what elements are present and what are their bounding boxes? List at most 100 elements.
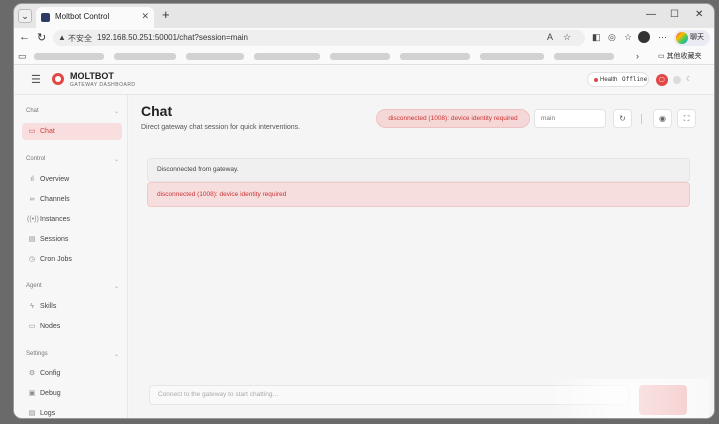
- sidebar-group-settings[interactable]: Settings: [26, 351, 48, 357]
- thinking-toggle-button[interactable]: ◉: [653, 109, 672, 128]
- page-subtitle: Direct gateway chat session for quick in…: [141, 124, 301, 131]
- health-label: Health: [600, 77, 618, 83]
- sidebar-item-label: Config: [40, 370, 61, 377]
- theme-dark-icon[interactable]: ☾: [686, 75, 692, 83]
- sidebar-group-chat[interactable]: Chat: [26, 108, 39, 114]
- moltbot-logo-icon: [52, 73, 64, 85]
- warning-icon: ▲: [58, 33, 66, 42]
- app-topbar: ☰ MOLTBOT GATEWAY DASHBOARD Health Offli…: [14, 65, 714, 95]
- send-button[interactable]: [639, 385, 687, 415]
- sidebar-item-overview[interactable]: ıl Overview: [22, 171, 122, 188]
- bookmark-blurred[interactable]: [330, 53, 390, 60]
- browser-window: ⌄ Moltbot Control ✕ + — ☐ ✕ ← ↻ ▲ 不安全 19…: [14, 4, 714, 418]
- monitor-icon: ▭: [28, 323, 36, 330]
- gear-icon: ⚙: [28, 370, 36, 377]
- address-bar[interactable]: ▲ 不安全 192.168.50.251:50001/chat?session=…: [53, 30, 585, 46]
- favorites-icon[interactable]: ☆: [624, 32, 632, 43]
- bug-icon: ▣: [28, 390, 36, 397]
- session-input[interactable]: main: [534, 109, 606, 128]
- lightning-icon: ϟ: [30, 303, 34, 310]
- sidebar-item-debug[interactable]: ▣ Debug: [22, 385, 122, 402]
- bookmark-blurred[interactable]: [34, 53, 104, 60]
- sidebar-group-agent[interactable]: Agent: [26, 283, 42, 289]
- theme-light-icon[interactable]: [673, 76, 681, 84]
- theme-system-icon[interactable]: ▢: [656, 74, 668, 86]
- url-text[interactable]: 192.168.50.251:50001/chat?session=main: [97, 33, 248, 42]
- sidebar-item-config[interactable]: ⚙ Config: [22, 365, 122, 382]
- bookmark-blurred[interactable]: [480, 53, 544, 60]
- extension-icon[interactable]: ◧: [592, 32, 601, 43]
- sidebar-item-cron-jobs[interactable]: ◷ Cron Jobs: [22, 251, 122, 268]
- bookmarks-bar: ▭ › ▭ 其他收藏夹: [14, 48, 714, 65]
- status-dot-icon: [594, 78, 598, 82]
- translate-icon[interactable]: A: [547, 32, 553, 42]
- bookmark-blurred[interactable]: [400, 53, 470, 60]
- chat-button[interactable]: 聊天: [674, 30, 710, 46]
- bookmark-folder-icon[interactable]: ▭: [18, 51, 27, 62]
- sidebar-item-chat[interactable]: ▭ Chat: [22, 123, 122, 140]
- chat-button-label: 聊天: [690, 34, 704, 41]
- sidebar: Chat ⌄ ▭ Chat Control ⌄ ıl Overview ∞ Ch…: [14, 95, 128, 418]
- sidebar-item-logs[interactable]: ▤ Logs: [22, 405, 122, 418]
- health-value: Offline: [622, 76, 648, 83]
- sidebar-item-instances[interactable]: ((•)) Instances: [22, 211, 122, 228]
- address-toolbar: ← ↻ ▲ 不安全 192.168.50.251:50001/chat?sess…: [14, 28, 714, 48]
- reload-icon[interactable]: ↻: [37, 31, 46, 44]
- sidebar-item-skills[interactable]: ϟ Skills: [22, 298, 122, 315]
- bookmark-blurred[interactable]: [254, 53, 320, 60]
- sidebar-item-label: Overview: [40, 176, 70, 183]
- focus-mode-button[interactable]: ⛶: [677, 109, 696, 128]
- sidebar-item-label: Nodes: [40, 323, 61, 330]
- close-window-button[interactable]: ✕: [695, 9, 703, 20]
- sidebar-item-label: Debug: [40, 390, 61, 397]
- chevron-down-icon[interactable]: ⌄: [114, 156, 119, 163]
- maximize-button[interactable]: ☐: [670, 9, 679, 20]
- tab-search-chevron-icon[interactable]: ⌄: [18, 9, 32, 23]
- brand-title: MOLTBOT: [70, 71, 114, 81]
- sidebar-item-label: Cron Jobs: [40, 256, 72, 263]
- bookmark-blurred[interactable]: [554, 53, 614, 60]
- not-secure-label: 不安全: [68, 34, 92, 43]
- new-tab-button[interactable]: +: [162, 7, 170, 22]
- clock-icon: ◷: [28, 256, 36, 263]
- radio-signal-icon: ((•)): [27, 216, 39, 223]
- menu-icon[interactable]: ☰: [31, 73, 41, 86]
- star-icon[interactable]: ☆: [563, 32, 571, 43]
- sidebar-item-label: Skills: [40, 303, 57, 310]
- refresh-button[interactable]: ↻: [613, 109, 632, 128]
- bookmark-blurred[interactable]: [186, 53, 244, 60]
- profile-avatar[interactable]: [638, 31, 650, 43]
- app-root: ☰ MOLTBOT GATEWAY DASHBOARD Health Offli…: [14, 65, 714, 418]
- bookmark-blurred[interactable]: [114, 53, 176, 60]
- chevron-down-icon[interactable]: ⌄: [114, 283, 119, 290]
- other-bookmarks-label: 其他收藏夹: [666, 53, 702, 60]
- minimize-button[interactable]: —: [646, 9, 656, 20]
- other-bookmarks[interactable]: ▭ 其他收藏夹: [658, 51, 702, 61]
- sidebar-item-nodes[interactable]: ▭ Nodes: [22, 318, 122, 335]
- message-input[interactable]: Connect to the gateway to start chatting…: [149, 385, 629, 405]
- bar-chart-icon: ıl: [30, 176, 34, 183]
- brand-subtitle: GATEWAY DASHBOARD: [70, 82, 136, 88]
- toolbar-divider: [641, 114, 642, 124]
- sidebar-item-label: Instances: [40, 216, 70, 223]
- sidebar-group-control[interactable]: Control: [26, 156, 45, 162]
- sidebar-item-label: Chat: [40, 128, 55, 135]
- tab-close-icon[interactable]: ✕: [141, 11, 149, 22]
- chevron-down-icon[interactable]: ⌄: [114, 351, 119, 358]
- chevron-down-icon[interactable]: ⌄: [114, 108, 119, 115]
- sidebar-item-sessions[interactable]: ▤ Sessions: [22, 231, 122, 248]
- back-arrow-icon[interactable]: ←: [19, 31, 30, 43]
- tab-strip: ⌄ Moltbot Control ✕ + — ☐ ✕: [14, 4, 714, 28]
- copilot-icon[interactable]: ◎: [608, 32, 616, 43]
- chat-gem-icon: [676, 32, 688, 44]
- sidebar-item-label: Logs: [40, 410, 56, 417]
- tab-moltbot-control[interactable]: Moltbot Control ✕: [36, 7, 154, 28]
- sidebar-item-label: Sessions: [40, 236, 69, 243]
- sidebar-item-channels[interactable]: ∞ Channels: [22, 191, 122, 208]
- tab-title: Moltbot Control: [55, 12, 110, 21]
- health-status: Health Offline: [587, 72, 649, 87]
- more-icon[interactable]: ⋯: [658, 32, 667, 43]
- sidebar-item-label: Channels: [40, 196, 70, 203]
- error-callout: disconnected (1008): device identity req…: [147, 182, 690, 207]
- chevron-right-icon[interactable]: ›: [636, 51, 639, 61]
